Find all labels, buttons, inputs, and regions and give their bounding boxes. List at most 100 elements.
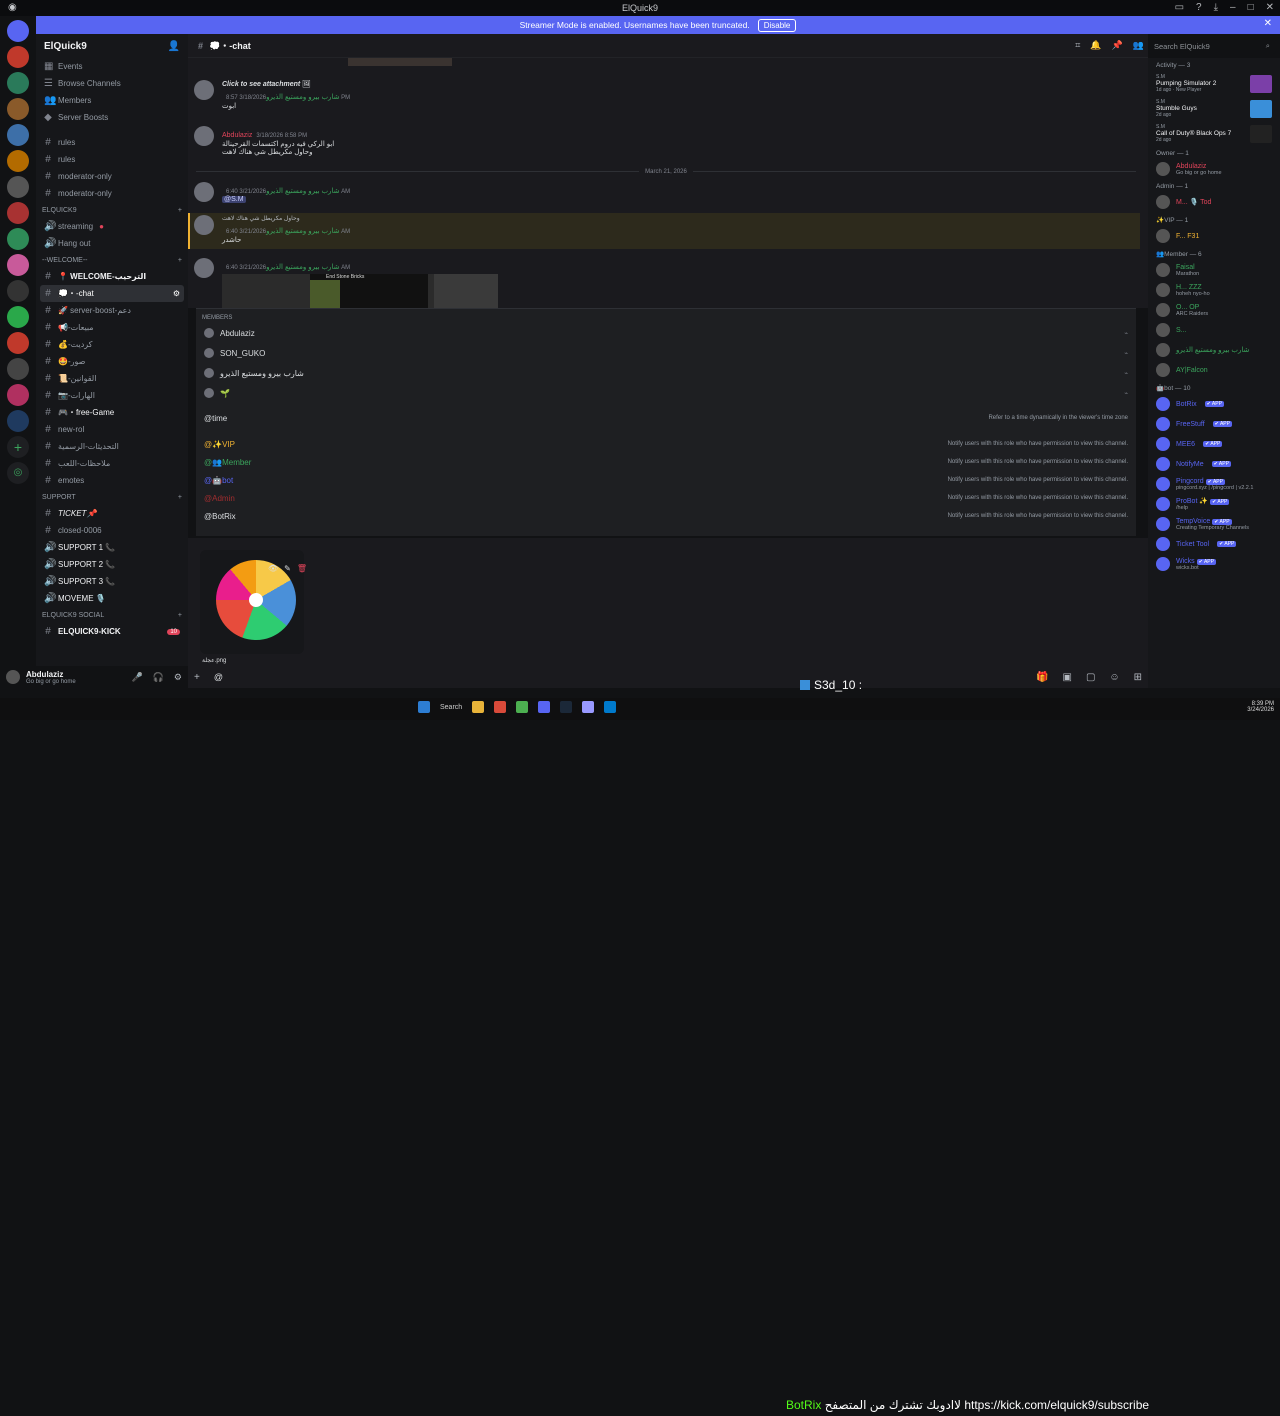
inbox-icon[interactable]: ▭ <box>1175 2 1184 13</box>
member-item[interactable]: MEE6 ✔ APP <box>1148 434 1280 454</box>
avatar[interactable] <box>194 182 214 202</box>
gear-icon[interactable]: ⚙ <box>174 672 182 683</box>
member-item[interactable]: O... OP ARC Raiders <box>1148 300 1280 320</box>
member-item[interactable]: FreeStuff ✔ APP <box>1148 414 1280 434</box>
sidebar-item-browse[interactable]: ☰ Browse Channels <box>36 75 188 92</box>
discord-taskbar-icon[interactable] <box>538 701 551 713</box>
server-icon[interactable] <box>7 306 29 328</box>
taskbar-search[interactable]: Search <box>440 704 462 711</box>
server-icon[interactable] <box>7 46 29 68</box>
category-welcome[interactable]: -‑WELCOME‑‑ + <box>36 252 188 268</box>
steam-icon[interactable] <box>560 701 573 713</box>
channel-free-game[interactable]: # 🎮・free-Game <box>36 404 188 421</box>
server-icon[interactable] <box>7 72 29 94</box>
discover-icon[interactable]: ◎ <box>7 462 29 484</box>
vscode-icon[interactable] <box>604 701 617 713</box>
server-icon[interactable] <box>7 98 29 120</box>
channel-chat[interactable]: # 💭・‑chat ⚙ <box>40 285 184 302</box>
member-item[interactable]: M... 🎙️ Tod <box>1148 192 1280 212</box>
video-embed[interactable]: End Stone Bricks <box>222 274 498 308</box>
download-icon[interactable]: ⤓ <box>1214 2 1218 13</box>
channel-item[interactable]: # 🚀 server-boost-دعم <box>36 302 188 319</box>
sticker-icon[interactable]: ▢ <box>1086 672 1095 683</box>
disable-streamer-button[interactable]: Disable <box>757 18 797 32</box>
autocomplete-member[interactable]: SON_GUKO ⌁ <box>196 343 1136 363</box>
sidebar-item-boosts[interactable]: ◆ Server Boosts <box>36 109 188 126</box>
member-item[interactable]: TempVoice ✔ APP Creating Temporary Channel… <box>1148 514 1280 534</box>
autocomplete-role-vip[interactable]: @✨VIP Notify users with this role who hav… <box>196 435 1136 453</box>
apps-icon[interactable]: ⊞ <box>1134 672 1142 683</box>
autocomplete-role-admin[interactable]: @Admin Notify users with this role who ha… <box>196 489 1136 507</box>
member-item[interactable]: AY|Falcon <box>1148 360 1280 380</box>
chrome-icon[interactable] <box>516 701 529 713</box>
bell-icon[interactable]: 🔔 <box>1090 40 1101 51</box>
channel-rules[interactable]: # rules <box>36 151 188 168</box>
avatar[interactable] <box>194 126 214 146</box>
members-list-icon[interactable]: 👥 <box>1133 40 1144 51</box>
server-icon[interactable] <box>7 228 29 250</box>
member-item[interactable]: Ticket Tool ✔ APP <box>1148 534 1280 554</box>
voice-support-1[interactable]: 🔊 SUPPORT 1 📞 <box>36 539 188 556</box>
minimize-button[interactable]: – <box>1230 2 1236 13</box>
message-input[interactable]: @ <box>214 672 223 682</box>
category-social[interactable]: ELQUICK9 SOCIAL + <box>36 607 188 623</box>
member-item[interactable]: BotRix ✔ APP <box>1148 394 1280 414</box>
voice-hangout[interactable]: 🔊 Hang out <box>36 235 188 252</box>
maximize-button[interactable]: □ <box>1248 2 1254 13</box>
emoji-icon[interactable]: ☺ <box>1109 672 1119 683</box>
member-item[interactable]: Wicks ✔ APP wicks.bot <box>1148 554 1280 574</box>
gif-icon[interactable]: ▣ <box>1062 672 1071 683</box>
file-explorer-icon[interactable] <box>472 701 485 713</box>
channel-elquick9-kick[interactable]: # ELQUICK9-KICK 10 <box>36 623 188 640</box>
help-icon[interactable]: ? <box>1196 2 1202 13</box>
attachment-preview[interactable]: 👁 ✎ 🗑 عجلة.png <box>200 550 307 664</box>
channel-item[interactable]: # 💰-كرديت <box>36 336 188 353</box>
avatar[interactable] <box>194 215 214 235</box>
close-window-button[interactable]: ✕ <box>1266 2 1274 13</box>
autocomplete-time[interactable]: @time Refer to a time dynamically in the … <box>196 409 1136 427</box>
sidebar-item-events[interactable]: ▦ Events <box>36 58 188 75</box>
member-item[interactable]: Pingcord ✔ APP pingcord.xyz | /pingcord | … <box>1148 474 1280 494</box>
voice-moveme[interactable]: 🔊 MOVEME 🎙️ <box>36 590 188 607</box>
avatar[interactable] <box>6 670 20 684</box>
activity-card[interactable]: S.M Call of Duty® Black Ops 7 2d ago <box>1148 121 1280 146</box>
channel-rules[interactable]: # rules <box>36 134 188 151</box>
threads-icon[interactable]: ⌗ <box>1075 40 1080 51</box>
category-support[interactable]: SUPPORT + <box>36 489 188 505</box>
server-icon[interactable] <box>7 202 29 224</box>
channel-moderator-only[interactable]: # moderator-only <box>36 185 188 202</box>
server-icon[interactable] <box>7 254 29 276</box>
member-item[interactable]: شارب بيرو ومستيع الذيرو <box>1148 340 1280 360</box>
member-item[interactable]: Abdulaziz Go big or go home <box>1148 159 1280 179</box>
member-item[interactable]: NotifyMe ✔ APP <box>1148 454 1280 474</box>
channel-item[interactable]: # 🤩-صور <box>36 353 188 370</box>
sidebar-item-members[interactable]: 👥 Members <box>36 92 188 109</box>
server-icon[interactable] <box>7 150 29 172</box>
member-item[interactable]: F... F31 <box>1148 226 1280 246</box>
channel-welcome[interactable]: # 📍 WELCOME-الترحيب <box>36 268 188 285</box>
pin-icon[interactable]: 📌 <box>1112 40 1123 51</box>
premiere-icon[interactable] <box>582 701 595 713</box>
channel-emotes[interactable]: # emotes <box>36 472 188 489</box>
channel-item[interactable]: # 📷-الهارات <box>36 387 188 404</box>
channel-item[interactable]: # ملاحظات-اللعب <box>36 455 188 472</box>
settings-icon[interactable]: ⚙ <box>173 289 180 298</box>
server-icon[interactable] <box>7 124 29 146</box>
voice-support-3[interactable]: 🔊 SUPPORT 3 📞 <box>36 573 188 590</box>
channel-moderator-only[interactable]: # moderator-only <box>36 168 188 185</box>
member-item[interactable]: ProBot ✨ ✔ APP/help <box>1148 494 1280 514</box>
trash-icon[interactable]: 🗑 <box>297 564 307 573</box>
autocomplete-role-member[interactable]: @👥Member Notify users with this role who … <box>196 453 1136 471</box>
autocomplete-role-bot[interactable]: @🤖bot Notify users with this role who hav… <box>196 471 1136 489</box>
category-elquick9[interactable]: ElQuick9 + <box>36 202 188 218</box>
browser-icon[interactable] <box>494 701 507 713</box>
channel-ticket[interactable]: # TICKET📌 <box>36 505 188 522</box>
autocomplete-member[interactable]: شارب بيرو ومستيع الذيرو ⌁ <box>196 363 1136 383</box>
channel-item[interactable]: # 📜-القوانين <box>36 370 188 387</box>
voice-support-2[interactable]: 🔊 SUPPORT 2 📞 <box>36 556 188 573</box>
channel-item[interactable]: # new-rol <box>36 421 188 438</box>
add-server-icon[interactable]: + <box>7 436 29 458</box>
channel-item[interactable]: # التحديثات-الرسمية <box>36 438 188 455</box>
microphone-icon[interactable]: 🎤 <box>131 672 142 683</box>
autocomplete-member[interactable]: 🌱 ⌁ <box>196 383 1136 403</box>
